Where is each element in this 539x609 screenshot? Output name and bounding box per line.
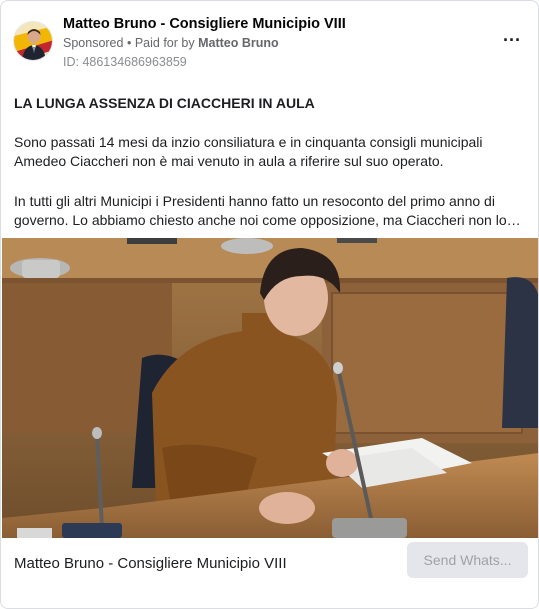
- ad-card: Matteo Bruno - Consigliere Municipio VII…: [0, 0, 539, 609]
- ad-footer: Matteo Bruno - Consigliere Municipio VII…: [1, 538, 538, 608]
- council-chamber-photo: [2, 238, 538, 538]
- send-whatsapp-button[interactable]: Send Whats...: [407, 542, 528, 578]
- post-paragraph-2: In tutti gli altri Municipi i Presidenti…: [14, 192, 521, 229]
- sponsored-line: Sponsored • Paid for by Matteo Bruno: [63, 36, 279, 50]
- post-paragraph-1: Sono passati 14 mesi da inzio consiliatu…: [14, 133, 483, 170]
- ad-id: ID: 486134686963859: [63, 55, 187, 69]
- ad-header: Matteo Bruno - Consigliere Municipio VII…: [13, 13, 526, 73]
- sponsored-label: Sponsored: [63, 36, 124, 50]
- paid-for-name[interactable]: Matteo Bruno: [198, 36, 279, 50]
- footer-title[interactable]: Matteo Bruno - Consigliere Municipio VII…: [14, 555, 287, 572]
- separator-dot: •: [126, 36, 132, 50]
- more-options-icon[interactable]: ···: [498, 31, 526, 53]
- post-text: LA LUNGA ASSENZA DI CIACCHERI IN AULA So…: [14, 94, 529, 251]
- ad-video-image[interactable]: [2, 238, 538, 538]
- paid-for-label: Paid for by: [134, 36, 195, 50]
- advertiser-avatar[interactable]: [13, 21, 53, 61]
- post-headline: LA LUNGA ASSENZA DI CIACCHERI IN AULA: [14, 95, 315, 111]
- advertiser-name[interactable]: Matteo Bruno - Consigliere Municipio VII…: [63, 16, 346, 32]
